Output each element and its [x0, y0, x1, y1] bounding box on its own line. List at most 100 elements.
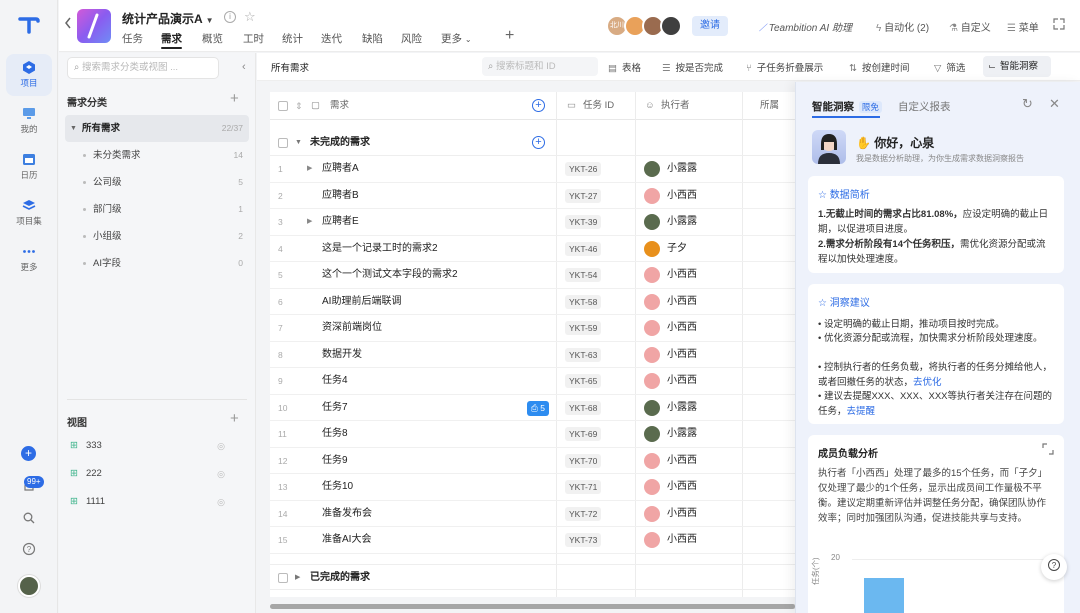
- table-row[interactable]: 7 资深前端岗位 YKT-59 小西西: [270, 315, 810, 342]
- optimize-link[interactable]: 去优化: [913, 377, 942, 388]
- table-row[interactable]: 15 准备AI大会 YKT-73 小西西: [270, 527, 810, 554]
- table-row[interactable]: 6 AI助理前后端联调 YKT-58 小西西: [270, 289, 810, 315]
- category-item[interactable]: 公司级 5: [65, 169, 249, 196]
- requirement-title[interactable]: AI助理前后端联调: [322, 289, 401, 315]
- menu-button[interactable]: ☰ 菜单: [1007, 19, 1039, 34]
- assignee-name[interactable]: 子夕: [667, 236, 687, 262]
- add-button[interactable]: +: [21, 446, 36, 461]
- column-header-requirement[interactable]: 需求: [330, 92, 349, 120]
- requirement-title[interactable]: 应聘者A: [322, 156, 359, 182]
- help-icon[interactable]: ?: [22, 542, 36, 556]
- tab-more[interactable]: 更多 ⌄: [441, 31, 472, 46]
- requirement-title[interactable]: 应聘者E: [322, 209, 359, 235]
- group-header-done[interactable]: ▶ 已完成的需求: [270, 564, 810, 590]
- insight-button[interactable]: ⌙ 智能洞察: [983, 56, 1051, 77]
- add-tab-icon[interactable]: +: [505, 27, 514, 45]
- tab-task[interactable]: 任务: [122, 31, 143, 46]
- select-all-checkbox[interactable]: [278, 101, 288, 111]
- assignee-name[interactable]: 小西西: [667, 289, 697, 315]
- assignee-name[interactable]: 小露露: [667, 156, 697, 182]
- info-icon[interactable]: i: [224, 11, 236, 23]
- expand-icon[interactable]: [1053, 18, 1065, 30]
- category-item[interactable]: 未分类需求 14: [65, 142, 249, 169]
- assignee-name[interactable]: 小西西: [667, 368, 697, 394]
- table-row[interactable]: 13 任务10 YKT-71 小西西: [270, 474, 810, 501]
- table-row[interactable]: 3 ▶ 应聘者E YKT-39 小露露: [270, 209, 810, 236]
- table-row[interactable]: 4 这是一个记录工时的需求2 YKT-46 子夕: [270, 236, 810, 262]
- requirement-title[interactable]: 任务10: [322, 474, 353, 500]
- assignee-name[interactable]: 小西西: [667, 342, 697, 368]
- category-search-input[interactable]: ⌕ 搜索需求分类或视图 ...: [67, 57, 219, 79]
- requirement-title[interactable]: 资深前端岗位: [322, 315, 382, 341]
- scrollbar-thumb[interactable]: [270, 604, 795, 609]
- view-table-button[interactable]: ▤ 表格: [608, 60, 641, 74]
- requirement-title[interactable]: 准备AI大会: [322, 527, 371, 553]
- tab-iteration[interactable]: 迭代: [321, 31, 342, 46]
- eye-icon[interactable]: ◎: [217, 488, 225, 516]
- assignee-name[interactable]: 小西西: [667, 183, 697, 209]
- customize-button[interactable]: ⚗ 自定义: [949, 19, 991, 34]
- filter-button[interactable]: ▽ 筛选: [934, 60, 965, 74]
- requirement-title[interactable]: 这是一个记录工时的需求2: [322, 236, 438, 262]
- group-header-open[interactable]: ▼ 未完成的需求 +: [270, 130, 810, 156]
- tab-insight[interactable]: 智能洞察 限免: [812, 99, 882, 114]
- assignee-name[interactable]: 小西西: [667, 262, 697, 288]
- project-title[interactable]: 统计产品演示A ▼: [122, 10, 214, 27]
- tab-overview[interactable]: 概览: [202, 31, 223, 46]
- subtask-fold-button[interactable]: ⑂ 子任务折叠展示: [746, 60, 823, 74]
- help-button[interactable]: ?: [1041, 554, 1067, 580]
- tab-worktime[interactable]: 工时: [243, 31, 264, 46]
- tab-requirement[interactable]: 需求: [161, 31, 182, 49]
- requirement-title[interactable]: 任务9: [322, 448, 348, 474]
- star-icon[interactable]: ☆: [244, 9, 256, 25]
- view-item[interactable]: ⊞ 222 ◎: [65, 460, 249, 488]
- assignee-name[interactable]: 小西西: [667, 527, 697, 553]
- column-header-id[interactable]: 任务 ID: [583, 92, 614, 120]
- nav-item-more[interactable]: 更多: [6, 238, 52, 280]
- member-avatars[interactable]: 北川: [606, 15, 686, 37]
- nav-item-mine[interactable]: 我的: [6, 100, 52, 142]
- caret-right-icon[interactable]: ▶: [307, 209, 312, 235]
- column-header-belong[interactable]: 所属: [760, 92, 779, 120]
- refresh-icon[interactable]: ↻: [1022, 96, 1033, 112]
- table-search-input[interactable]: ⌕ 搜索标题和 ID: [482, 57, 598, 76]
- tab-risk[interactable]: 风险: [401, 31, 422, 46]
- invite-button[interactable]: 邀请: [692, 16, 728, 36]
- add-view-icon[interactable]: +: [230, 410, 239, 427]
- assignee-name[interactable]: 小西西: [667, 474, 697, 500]
- automation-button[interactable]: ϟ 自动化 (2): [876, 19, 929, 34]
- eye-icon[interactable]: ◎: [217, 460, 225, 488]
- nav-item-calendar[interactable]: 日历: [6, 146, 52, 188]
- search-icon[interactable]: [22, 511, 36, 525]
- group-checkbox[interactable]: [278, 138, 288, 148]
- table-row[interactable]: 5 这个一个测试文本字段的需求2 YKT-54 小西西: [270, 262, 810, 289]
- group-checkbox[interactable]: [278, 573, 288, 583]
- caret-right-icon[interactable]: ▶: [307, 156, 312, 182]
- assignee-name[interactable]: 小西西: [667, 501, 697, 527]
- nav-item-program[interactable]: 项目集: [6, 192, 52, 234]
- view-item[interactable]: ⊞ 333 ◎: [65, 432, 249, 460]
- requirement-title[interactable]: 任务4: [322, 368, 348, 394]
- column-header-assignee[interactable]: 执行者: [661, 92, 690, 120]
- assignee-name[interactable]: 小西西: [667, 448, 697, 474]
- remind-link[interactable]: 去提醒: [847, 406, 876, 417]
- expand-icon[interactable]: [1042, 443, 1054, 455]
- requirement-title[interactable]: 这个一个测试文本字段的需求2: [322, 262, 458, 288]
- add-column-icon[interactable]: +: [532, 99, 545, 112]
- back-icon[interactable]: [63, 16, 73, 30]
- table-row[interactable]: 8 数据开发 YKT-63 小西西: [270, 342, 810, 368]
- tab-stats[interactable]: 统计: [282, 31, 303, 46]
- tab-bug[interactable]: 缺陷: [362, 31, 383, 46]
- requirement-title[interactable]: 应聘者B: [322, 183, 359, 209]
- category-item[interactable]: AI字段 0: [65, 250, 249, 277]
- category-item[interactable]: 小组级 2: [65, 223, 249, 250]
- requirement-title[interactable]: 数据开发: [322, 342, 362, 368]
- comment-badge[interactable]: ⎙ 5: [527, 401, 549, 416]
- close-icon[interactable]: ✕: [1049, 96, 1060, 112]
- assignee-name[interactable]: 小露露: [667, 209, 697, 235]
- app-logo[interactable]: [18, 15, 40, 35]
- category-all[interactable]: ▼ 所有需求 22/37: [65, 115, 249, 142]
- collapse-panel-icon[interactable]: ‹: [242, 61, 246, 73]
- group-by-done-button[interactable]: ☰ 按是否完成: [662, 60, 723, 74]
- sort-icon[interactable]: ⇕: [295, 92, 303, 120]
